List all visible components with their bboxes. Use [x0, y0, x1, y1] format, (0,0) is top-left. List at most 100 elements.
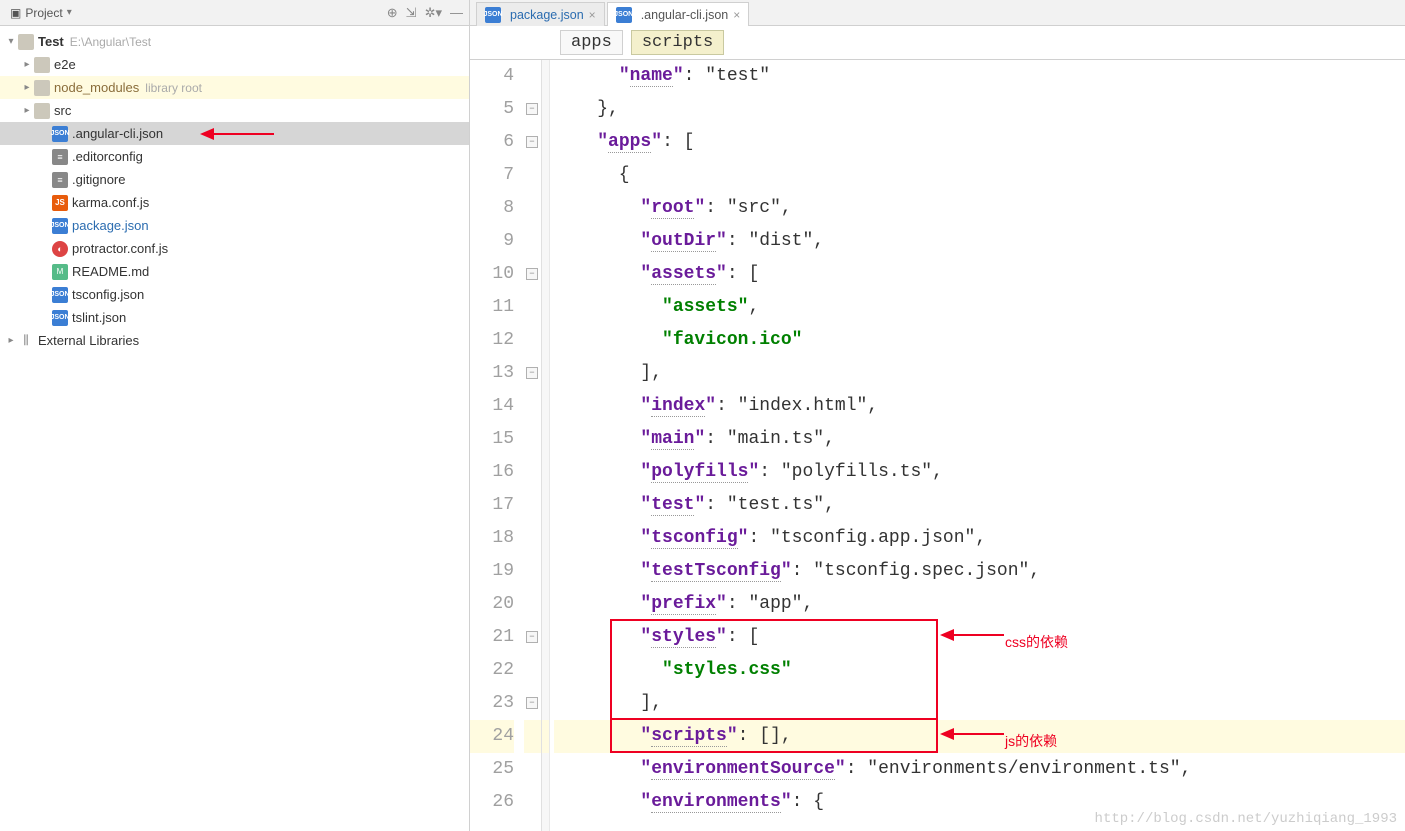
tree-item-label: node_modules	[54, 80, 139, 95]
project-panel: ▣ Project ▾ ⊕ ⇲ ✲▾ — Test E:\Angular\Tes…	[0, 0, 470, 831]
chevron-down-icon: ▾	[67, 7, 72, 18]
code-line[interactable]: "root": "src",	[554, 192, 1405, 225]
line-number: 25	[470, 753, 514, 786]
code-line[interactable]: },	[554, 93, 1405, 126]
fold-toggle-icon[interactable]: −	[526, 697, 538, 709]
folder-icon	[34, 80, 50, 96]
fold-toggle-icon[interactable]: −	[526, 136, 538, 148]
line-number: 9	[470, 225, 514, 258]
tree-root-path: E:\Angular\Test	[70, 35, 151, 49]
tree-root-label: Test	[38, 34, 64, 49]
collapse-all-icon[interactable]: ⇲	[406, 5, 417, 21]
library-icon	[18, 333, 34, 349]
code-line[interactable]: "main": "main.ts",	[554, 423, 1405, 456]
line-number: 18	[470, 522, 514, 555]
code-line[interactable]: "test": "test.ts",	[554, 489, 1405, 522]
code-line[interactable]: "name": "test"	[554, 60, 1405, 93]
project-view-selector[interactable]: ▣ Project ▾	[4, 4, 78, 22]
editor-tab[interactable]: .angular-cli.json ×	[607, 2, 750, 26]
code-line[interactable]: "styles": [	[554, 621, 1405, 654]
line-number: 24	[470, 720, 514, 753]
json-icon	[52, 287, 68, 303]
tree-item[interactable]: karma.conf.js	[0, 191, 469, 214]
code-line[interactable]: ],	[554, 687, 1405, 720]
editor-tab[interactable]: package.json×	[476, 2, 605, 26]
code-line[interactable]: "outDir": "dist",	[554, 225, 1405, 258]
code-line[interactable]: "apps": [	[554, 126, 1405, 159]
tree-item-label: karma.conf.js	[72, 195, 149, 210]
tree-item-label: src	[54, 103, 71, 118]
tree-item[interactable]: protractor.conf.js	[0, 237, 469, 260]
tree-item-label: tsconfig.json	[72, 287, 144, 302]
tree-item[interactable]: src	[0, 99, 469, 122]
tree-external-libraries[interactable]: External Libraries	[0, 329, 469, 352]
expand-arrow-icon[interactable]	[4, 36, 18, 47]
locate-icon[interactable]: ⊕	[387, 5, 398, 21]
code-line[interactable]: "assets": [	[554, 258, 1405, 291]
code-line[interactable]: "assets",	[554, 291, 1405, 324]
tree-item-label: tslint.json	[72, 310, 126, 325]
line-number: 15	[470, 423, 514, 456]
tree-item[interactable]: .editorconfig	[0, 145, 469, 168]
code-line[interactable]: "testTsconfig": "tsconfig.spec.json",	[554, 555, 1405, 588]
line-number: 26	[470, 786, 514, 819]
line-number: 6	[470, 126, 514, 159]
close-icon[interactable]: ×	[589, 8, 596, 22]
project-icon: ▣	[10, 6, 21, 20]
tree-item-label: .editorconfig	[72, 149, 143, 164]
tree-item[interactable]: .angular-cli.json	[0, 122, 469, 145]
code-line[interactable]: "styles.css"	[554, 654, 1405, 687]
tree-item[interactable]: README.md	[0, 260, 469, 283]
expand-arrow-icon[interactable]	[20, 105, 34, 116]
code-line[interactable]: "favicon.ico"	[554, 324, 1405, 357]
fold-toggle-icon[interactable]: −	[526, 631, 538, 643]
code-line[interactable]: "tsconfig": "tsconfig.app.json",	[554, 522, 1405, 555]
expand-arrow-icon[interactable]	[20, 59, 34, 70]
fold-gutter[interactable]: − − − − − −	[524, 60, 542, 831]
folder-icon	[34, 57, 50, 73]
tree-item[interactable]: tsconfig.json	[0, 283, 469, 306]
expand-arrow-icon[interactable]	[20, 82, 34, 93]
line-number: 19	[470, 555, 514, 588]
breadcrumbs: apps scripts	[470, 26, 1405, 60]
tree-item[interactable]: node_moduleslibrary root	[0, 76, 469, 99]
tab-label: .angular-cli.json	[641, 8, 729, 22]
json-icon	[52, 126, 68, 142]
code-line[interactable]: ],	[554, 357, 1405, 390]
code-line[interactable]: "scripts": [],	[554, 720, 1405, 753]
json-icon	[485, 7, 501, 23]
code-line[interactable]: "environmentSource": "environments/envir…	[554, 753, 1405, 786]
code-editor[interactable]: 4567891011121314151617181920212223242526…	[470, 60, 1405, 831]
expand-arrow-icon[interactable]	[4, 335, 18, 346]
prot-icon	[52, 241, 68, 257]
json-icon	[52, 218, 68, 234]
tree-item[interactable]: e2e	[0, 53, 469, 76]
fold-toggle-icon[interactable]: −	[526, 268, 538, 280]
code-line[interactable]: "prefix": "app",	[554, 588, 1405, 621]
line-number: 16	[470, 456, 514, 489]
editor-area: package.json× .angular-cli.json × apps scri…	[470, 0, 1405, 831]
tree-root[interactable]: Test E:\Angular\Test	[0, 30, 469, 53]
code-line[interactable]: "index": "index.html",	[554, 390, 1405, 423]
tree-item[interactable]: tslint.json	[0, 306, 469, 329]
breadcrumb-item[interactable]: apps	[560, 30, 623, 55]
fold-toggle-icon[interactable]: −	[526, 103, 538, 115]
gear-icon[interactable]: ✲▾	[425, 5, 442, 21]
tree-item[interactable]: .gitignore	[0, 168, 469, 191]
line-number: 17	[470, 489, 514, 522]
fold-toggle-icon[interactable]: −	[526, 367, 538, 379]
code-content[interactable]: "name": "test" }, "apps": [ { "root": "s…	[550, 60, 1405, 831]
cfg-icon	[52, 149, 68, 165]
line-number: 12	[470, 324, 514, 357]
code-line[interactable]: "environments": {	[554, 786, 1405, 819]
project-tree[interactable]: Test E:\Angular\Test e2enode_moduleslibr…	[0, 26, 469, 356]
tree-item-label: README.md	[72, 264, 149, 279]
md-icon	[52, 264, 68, 280]
tree-item[interactable]: package.json	[0, 214, 469, 237]
close-icon[interactable]: ×	[733, 8, 740, 22]
code-line[interactable]: {	[554, 159, 1405, 192]
hide-panel-icon[interactable]: —	[450, 5, 463, 21]
code-line[interactable]: "polyfills": "polyfills.ts",	[554, 456, 1405, 489]
breadcrumb-item[interactable]: scripts	[631, 30, 724, 55]
cfg-icon	[52, 172, 68, 188]
